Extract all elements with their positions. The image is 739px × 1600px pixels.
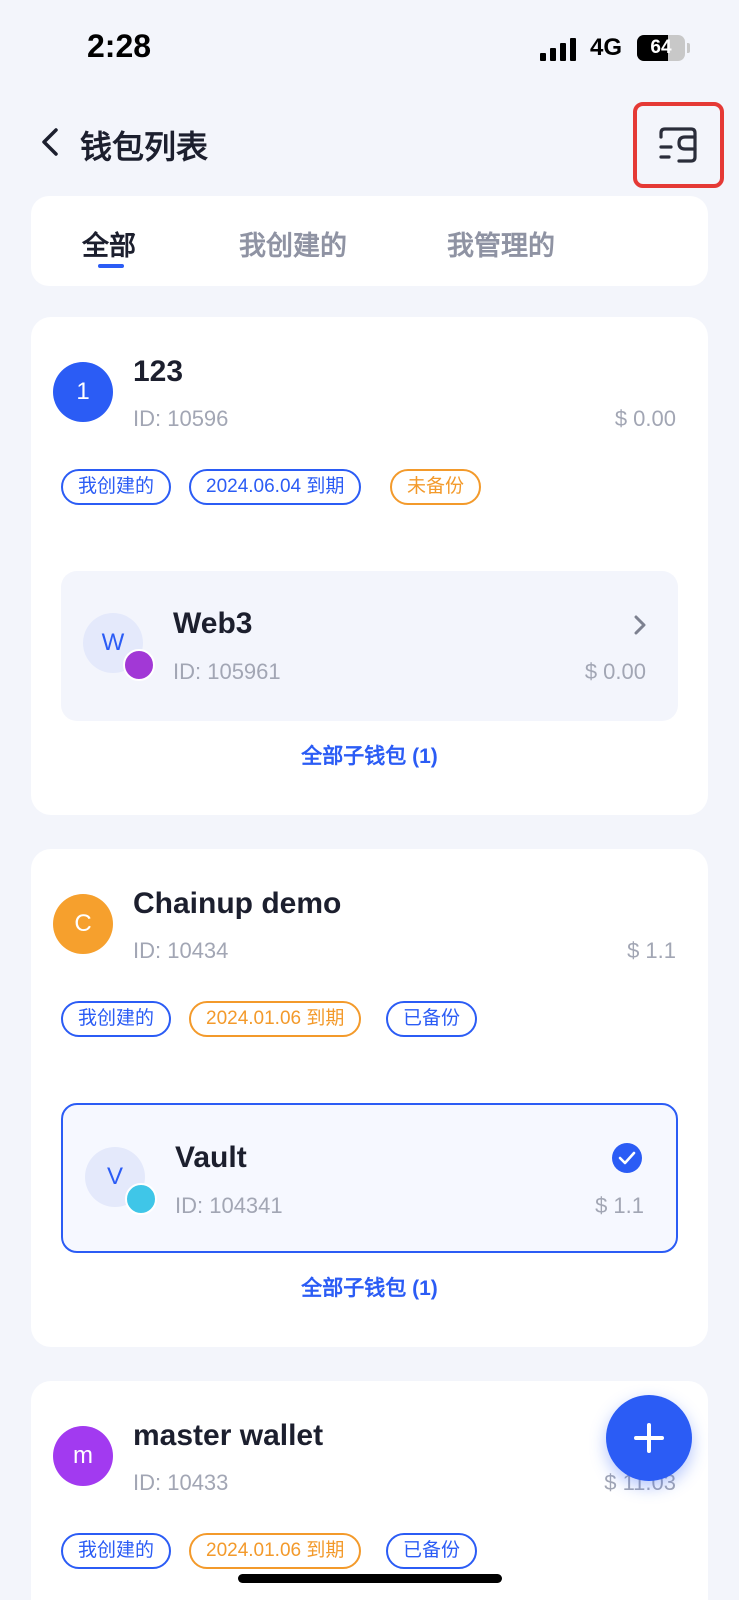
web3-badge-icon	[123, 649, 155, 681]
checkmark-icon	[612, 1143, 642, 1173]
tab-active-indicator	[98, 264, 124, 268]
tab-created-by-me[interactable]: 我创建的	[239, 224, 347, 263]
tab-managed-by-me[interactable]: 我管理的	[447, 224, 555, 263]
avatar: 1	[53, 362, 113, 422]
add-wallet-button[interactable]	[606, 1395, 692, 1481]
wallet-id: ID: 10433	[133, 1470, 229, 1495]
tag-backup-status: 已备份	[386, 1001, 478, 1037]
tag-expiry-date: 2024.01.06 到期	[189, 1533, 362, 1569]
wallet-name: 123	[133, 355, 184, 388]
tag-expiry-date: 2024.01.06 到期	[189, 1001, 362, 1037]
sub-wallet-id: ID: 104341	[175, 1193, 283, 1218]
wallet-id: ID: 10596	[133, 406, 229, 431]
battery-percent: 64	[650, 37, 672, 58]
sub-wallet-balance: $ 0.00	[584, 659, 646, 684]
wallet-card[interactable]: C Chainup demo ID: 10434 $ 1.1 我创建的 2024…	[31, 849, 708, 1347]
tag-backup-status: 已备份	[386, 1533, 478, 1569]
tag-created-by-me: 我创建的	[61, 1533, 172, 1569]
sub-wallet-balance: $ 1.1	[595, 1193, 644, 1218]
network-type: 4G	[590, 34, 623, 61]
wallet-name: Chainup demo	[133, 887, 342, 920]
vault-shield-icon	[125, 1183, 157, 1215]
chevron-right-icon	[634, 615, 646, 635]
tag-created-by-me: 我创建的	[61, 469, 172, 505]
wallet-balance: $ 0.00	[614, 406, 676, 431]
wallet-card[interactable]: 1 123 ID: 10596 $ 0.00 我创建的 2024.06.04 到…	[31, 317, 708, 815]
plus-icon	[634, 1423, 664, 1453]
wallet-card[interactable]: m master wallet ID: 10433 $ 11.03 我创建的 2…	[31, 1381, 708, 1600]
avatar: C	[53, 894, 113, 954]
header: 钱包列表	[0, 100, 739, 190]
tab-bar: 全部 我创建的 我管理的	[31, 196, 708, 286]
avatar: m	[53, 1426, 113, 1486]
battery-tip	[687, 43, 690, 53]
wallet-id: ID: 10434	[133, 938, 229, 963]
status-bar: 2:28 4G 64	[0, 0, 739, 100]
all-sub-wallets-link[interactable]: 全部子钱包 (1)	[31, 1272, 708, 1302]
wallet-balance: $ 1.1	[627, 938, 676, 963]
tab-all[interactable]: 全部	[82, 224, 136, 263]
sub-wallet-item[interactable]: W Web3 ID: 105961 $ 0.00	[61, 571, 678, 721]
sub-wallet-item[interactable]: V Vault ID: 104341 $ 1.1	[61, 1103, 678, 1253]
chevron-left-icon[interactable]	[36, 122, 66, 162]
home-indicator	[238, 1574, 502, 1583]
sub-wallet-id: ID: 105961	[173, 659, 281, 684]
all-sub-wallets-link[interactable]: 全部子钱包 (1)	[31, 740, 708, 770]
wallet-switch-icon	[658, 127, 697, 163]
page-title: 钱包列表	[80, 129, 209, 165]
wallet-name: master wallet	[133, 1419, 324, 1452]
sub-wallet-name: Web3	[173, 607, 253, 640]
tag-expiry-date: 2024.06.04 到期	[189, 469, 362, 505]
wallet-switch-button[interactable]	[633, 102, 724, 188]
status-time: 2:28	[87, 28, 152, 64]
battery-icon: 64	[637, 35, 685, 61]
signal-icon	[540, 37, 576, 61]
tag-backup-status: 未备份	[390, 469, 482, 505]
sub-wallet-name: Vault	[175, 1141, 247, 1174]
tag-created-by-me: 我创建的	[61, 1001, 172, 1037]
